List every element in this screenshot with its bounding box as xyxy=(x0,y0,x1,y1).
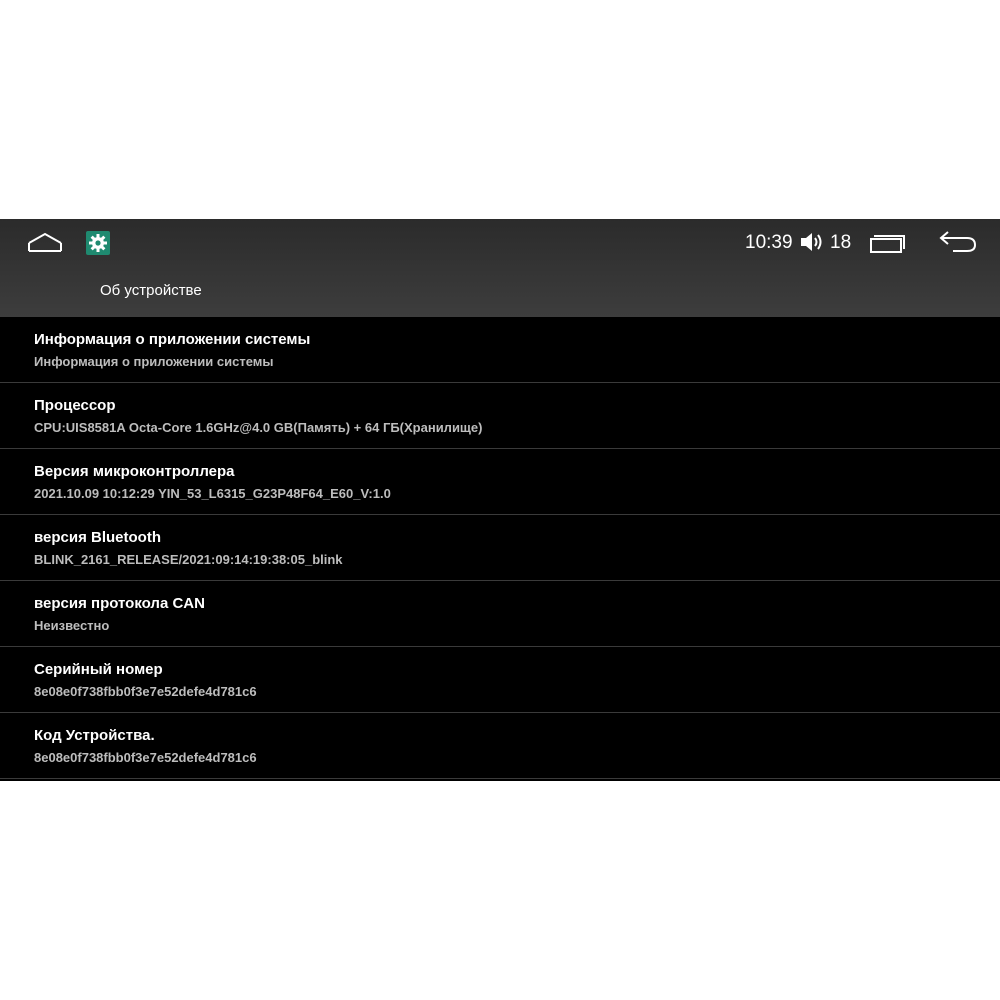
page-title: Об устройстве xyxy=(100,282,202,299)
device-screen: 10:39 18 Об устройстве Информация о прил… xyxy=(0,219,1000,781)
list-item-system-app-info[interactable]: Информация о приложении системы Информац… xyxy=(0,317,1000,383)
item-title: версия протокола CAN xyxy=(34,595,205,612)
item-value: Информация о приложении системы xyxy=(34,354,274,369)
recents-icon[interactable] xyxy=(869,232,907,254)
item-value: Неизвестно xyxy=(34,618,110,633)
list-item-serial-number[interactable]: Серийный номер 8e08e0f738fbb0f3e7e52defe… xyxy=(0,647,1000,713)
item-title: версия Bluetooth xyxy=(34,529,161,546)
info-list: Информация о приложении системы Информац… xyxy=(0,317,1000,779)
volume-icon[interactable] xyxy=(800,230,826,254)
list-item-can-protocol-version[interactable]: версия протокола CAN Неизвестно xyxy=(0,581,1000,647)
item-title: Серийный номер xyxy=(34,661,163,678)
item-value: BLINK_2161_RELEASE/2021:09:14:19:38:05_b… xyxy=(34,552,343,567)
list-item-processor[interactable]: Процессор CPU:UIS8581A Octa-Core 1.6GHz@… xyxy=(0,383,1000,449)
home-icon[interactable] xyxy=(26,231,64,255)
item-value: 8e08e0f738fbb0f3e7e52defe4d781c6 xyxy=(34,684,257,699)
list-item-device-code[interactable]: Код Устройства. 8e08e0f738fbb0f3e7e52def… xyxy=(0,713,1000,779)
item-title: Код Устройства. xyxy=(34,727,155,744)
back-arrow-icon[interactable] xyxy=(939,229,977,255)
list-item-bluetooth-version[interactable]: версия Bluetooth BLINK_2161_RELEASE/2021… xyxy=(0,515,1000,581)
item-value: CPU:UIS8581A Octa-Core 1.6GHz@4.0 GB(Пам… xyxy=(34,420,483,435)
settings-gear-icon[interactable] xyxy=(86,231,110,255)
item-title: Процессор xyxy=(34,397,116,414)
item-title: Информация о приложении системы xyxy=(34,331,311,348)
clock: 10:39 xyxy=(745,232,793,253)
item-title: Версия микроконтроллера xyxy=(34,463,235,480)
header-bar: 10:39 18 Об устройстве xyxy=(0,219,1000,317)
list-item-mcu-version[interactable]: Версия микроконтроллера 2021.10.09 10:12… xyxy=(0,449,1000,515)
item-value: 8e08e0f738fbb0f3e7e52defe4d781c6 xyxy=(34,750,257,765)
volume-level: 18 xyxy=(830,232,852,253)
item-value: 2021.10.09 10:12:29 YIN_53_L6315_G23P48F… xyxy=(34,486,391,501)
